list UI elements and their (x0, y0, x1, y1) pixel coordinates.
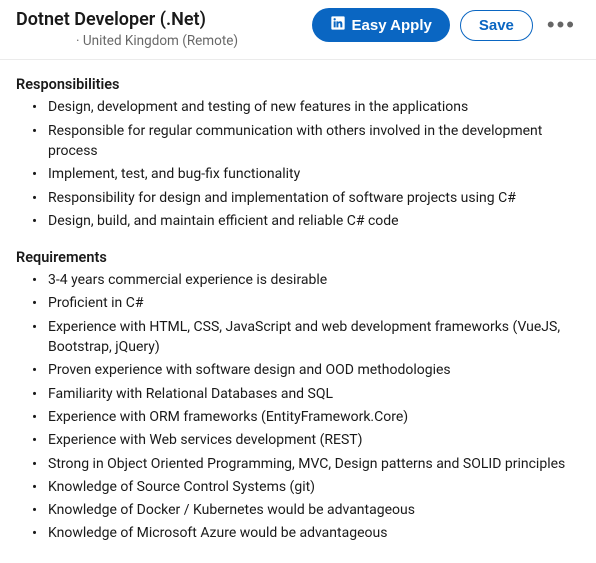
list-item: Strong in Object Oriented Programming, M… (48, 454, 580, 474)
list-item: Proficient in C# (48, 293, 580, 313)
list-item: 3-4 years commercial experience is desir… (48, 270, 580, 290)
job-location: United Kingdom (Remote) (76, 33, 300, 49)
list-item: Proven experience with software design a… (48, 360, 580, 380)
more-icon: ••• (547, 14, 576, 36)
list-item: Knowledge of Microsoft Azure would be ad… (48, 523, 580, 543)
responsibilities-list: Design, development and testing of new f… (16, 97, 580, 231)
list-item: Experience with ORM frameworks (EntityFr… (48, 407, 580, 427)
list-item: Knowledge of Docker / Kubernetes would b… (48, 500, 580, 520)
list-item: Responsible for regular communication wi… (48, 121, 580, 162)
header-actions: Easy Apply Save ••• (312, 8, 580, 42)
more-options-button[interactable]: ••• (543, 10, 580, 40)
requirements-heading: Requirements (16, 249, 580, 266)
easy-apply-button[interactable]: Easy Apply (312, 8, 450, 42)
list-item: Knowledge of Source Control Systems (git… (48, 477, 580, 497)
job-header: Dotnet Developer (.Net) United Kingdom (… (0, 0, 596, 60)
requirements-list: 3-4 years commercial experience is desir… (16, 270, 580, 544)
list-item: Experience with HTML, CSS, JavaScript an… (48, 317, 580, 358)
list-item: Familiarity with Relational Databases an… (48, 384, 580, 404)
title-block: Dotnet Developer (.Net) United Kingdom (… (16, 8, 300, 49)
list-item: Implement, test, and bug-fix functionali… (48, 164, 580, 184)
easy-apply-label: Easy Apply (352, 17, 432, 34)
list-item: Responsibility for design and implementa… (48, 188, 580, 208)
list-item: Design, build, and maintain efficient an… (48, 211, 580, 231)
job-title: Dotnet Developer (.Net) (16, 8, 300, 31)
responsibilities-heading: Responsibilities (16, 76, 580, 93)
job-content: Responsibilities Design, development and… (0, 60, 596, 562)
save-button[interactable]: Save (460, 10, 533, 41)
linkedin-icon (330, 15, 346, 35)
list-item: Design, development and testing of new f… (48, 97, 580, 117)
list-item: Experience with Web services development… (48, 430, 580, 450)
save-label: Save (479, 17, 514, 34)
